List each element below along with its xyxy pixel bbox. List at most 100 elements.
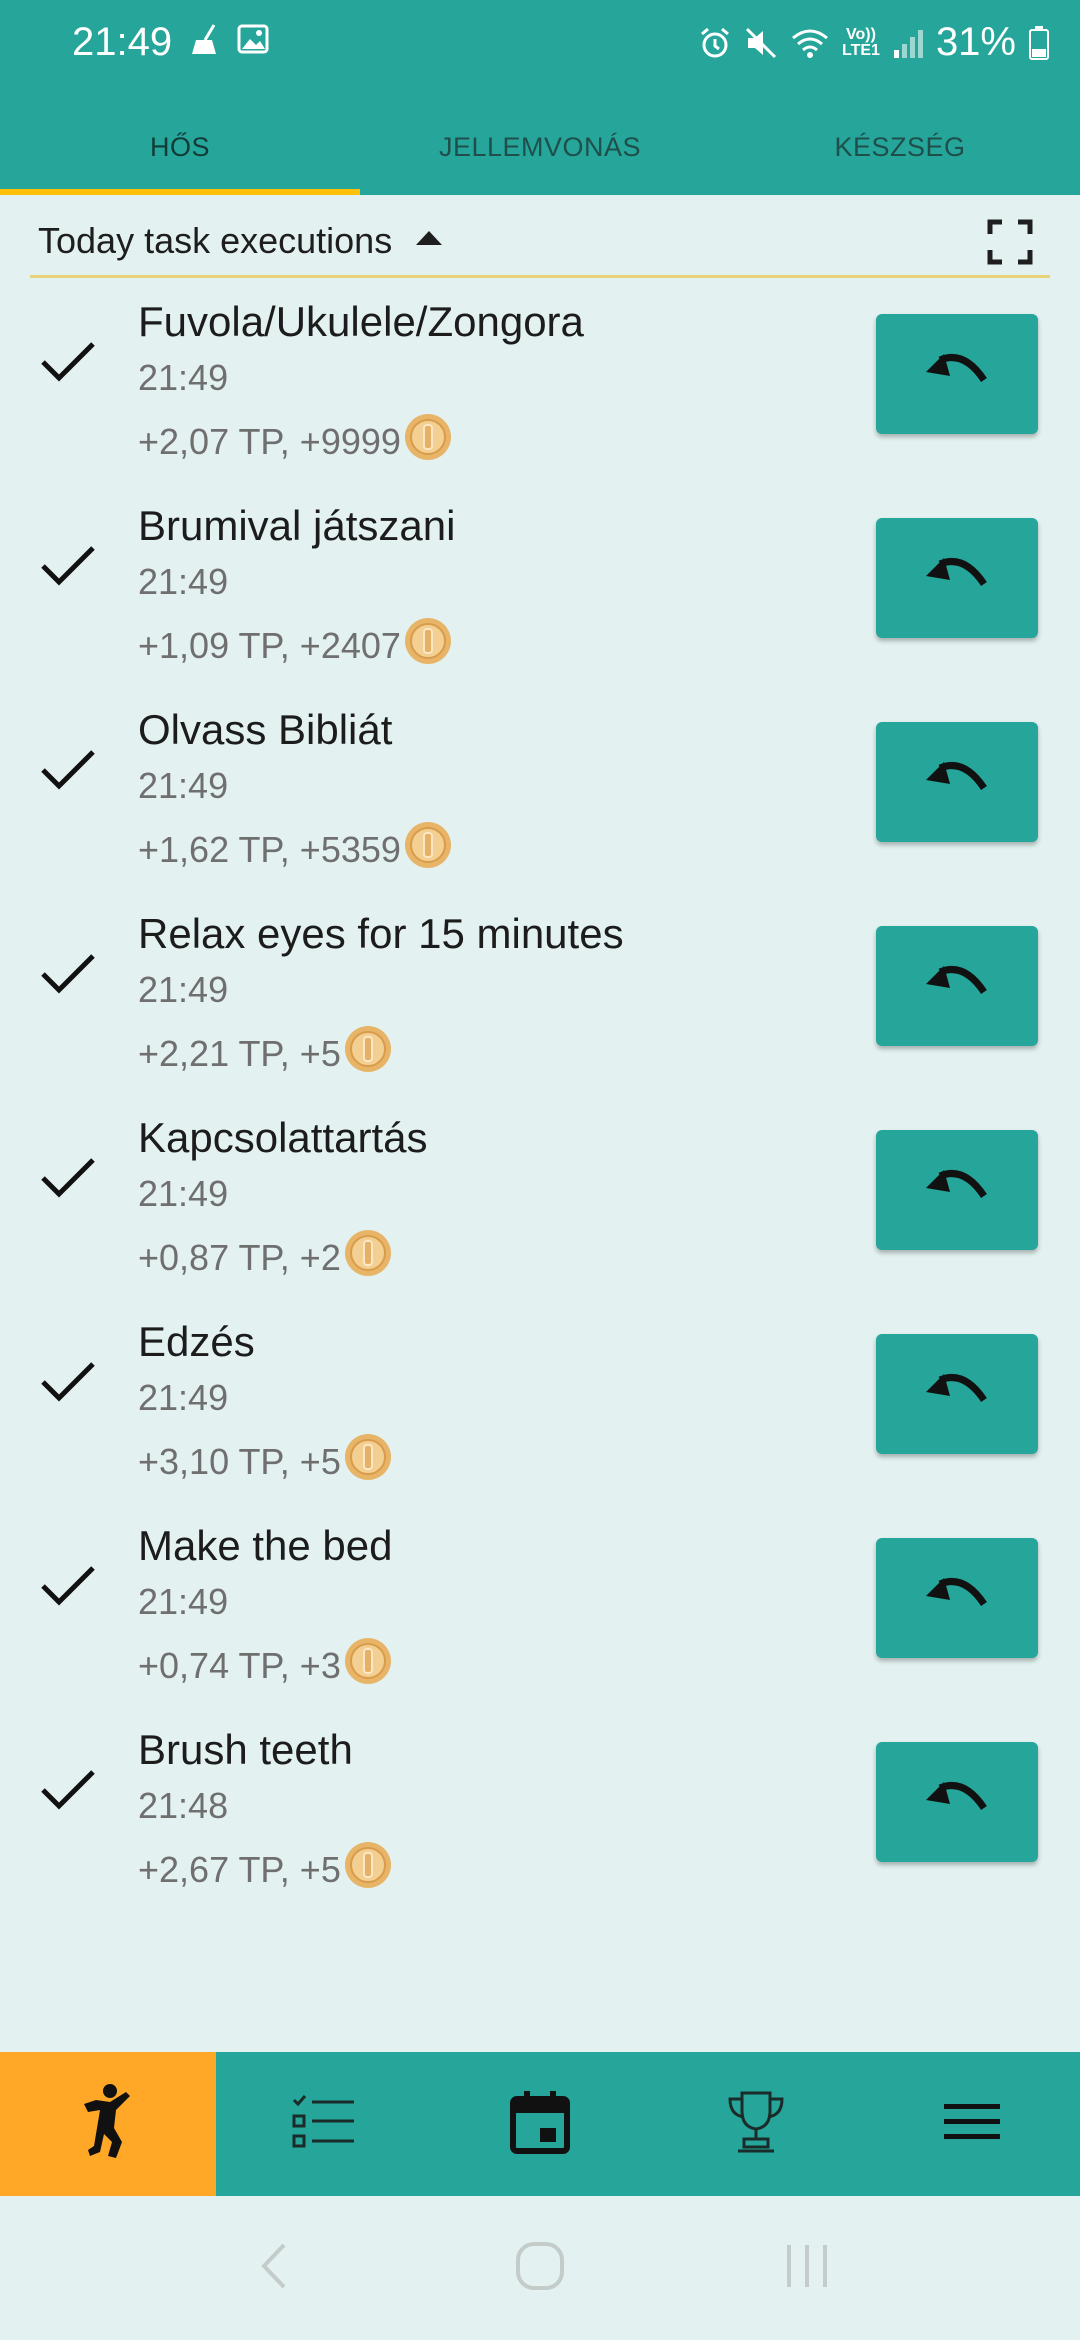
reward-text: +1,62 TP, +5359 xyxy=(138,828,401,870)
task-time: 21:49 xyxy=(138,357,229,398)
undo-icon xyxy=(924,964,990,1009)
alarm-icon xyxy=(698,26,732,60)
task-row: Brush teeth 21:48 +2,67 TP, +5 xyxy=(0,1718,1080,1922)
undo-button[interactable] xyxy=(876,926,1038,1046)
nav-hero[interactable] xyxy=(0,2052,216,2196)
task-reward: +3,10 TP, +5 xyxy=(138,1432,393,1491)
task-row: Relax eyes for 15 minutes 21:49 +2,21 TP, … xyxy=(0,902,1080,1106)
reward-text: +0,87 TP, +2 xyxy=(138,1236,341,1278)
nav-calendar[interactable] xyxy=(432,2052,648,2196)
system-navigation xyxy=(0,2196,1080,2340)
reward-text: +3,10 TP, +5 xyxy=(138,1440,341,1482)
task-row: Brumival játszani 21:49 +1,09 TP, +2407 xyxy=(0,494,1080,698)
task-time: 21:49 xyxy=(138,969,229,1010)
back-icon xyxy=(258,2241,288,2296)
battery-icon xyxy=(1028,25,1050,61)
check-icon xyxy=(40,544,96,593)
recents-button[interactable] xyxy=(747,2208,867,2328)
hero-figure-icon xyxy=(76,2082,140,2167)
undo-button[interactable] xyxy=(876,314,1038,434)
back-button[interactable] xyxy=(213,2208,333,2328)
status-bar: 21:49 Vo)) LTE1 31% xyxy=(0,0,1080,88)
task-time: 21:49 xyxy=(138,561,229,602)
check-icon xyxy=(40,340,96,389)
task-reward: +2,67 TP, +5 xyxy=(138,1840,393,1899)
task-reward: +2,07 TP, +9999 xyxy=(138,412,453,471)
reward-text: +2,67 TP, +5 xyxy=(138,1848,341,1890)
coin-icon xyxy=(403,412,453,471)
check-icon xyxy=(40,748,96,797)
fullscreen-icon[interactable] xyxy=(986,218,1034,271)
undo-button[interactable] xyxy=(876,1334,1038,1454)
undo-icon xyxy=(924,556,990,601)
undo-icon xyxy=(924,1780,990,1825)
task-time: 21:49 xyxy=(138,1377,229,1418)
task-title: Make the bed xyxy=(138,1522,393,1569)
task-time: 21:49 xyxy=(138,1581,229,1622)
task-title: Olvass Bibliát xyxy=(138,706,393,753)
task-reward: +0,74 TP, +3 xyxy=(138,1636,393,1695)
reward-text: +0,74 TP, +3 xyxy=(138,1644,341,1686)
task-title: Edzés xyxy=(138,1318,255,1365)
tab-skills[interactable]: KÉSZSÉG xyxy=(720,100,1080,195)
signal-icon xyxy=(892,26,924,60)
tab-traits[interactable]: JELLEMVONÁS xyxy=(360,100,720,195)
task-row: Make the bed 21:49 +0,74 TP, +3 xyxy=(0,1514,1080,1718)
task-row: Kapcsolattartás 21:49 +0,87 TP, +2 xyxy=(0,1106,1080,1310)
calendar-icon xyxy=(510,2090,570,2159)
broom-icon xyxy=(188,22,224,63)
task-time: 21:49 xyxy=(138,765,229,806)
undo-button[interactable] xyxy=(876,722,1038,842)
undo-button[interactable] xyxy=(876,518,1038,638)
tab-label: JELLEMVONÁS xyxy=(438,132,642,162)
caret-up-icon[interactable] xyxy=(414,229,444,252)
undo-icon xyxy=(924,1576,990,1621)
nav-achievements[interactable] xyxy=(648,2052,864,2196)
check-icon xyxy=(40,1564,96,1613)
coin-icon xyxy=(343,1840,393,1899)
coin-icon xyxy=(343,1432,393,1491)
check-icon xyxy=(40,1360,96,1409)
coin-icon xyxy=(343,1228,393,1287)
image-icon xyxy=(236,22,270,63)
task-reward: +0,87 TP, +2 xyxy=(138,1228,393,1287)
coin-icon xyxy=(343,1024,393,1083)
volte-icon: Vo)) LTE1 xyxy=(842,25,880,59)
task-row: Edzés 21:49 +3,10 TP, +5 xyxy=(0,1310,1080,1514)
task-row: Fuvola/Ukulele/Zongora 21:49 +2,07 TP, +99… xyxy=(0,290,1080,494)
check-icon xyxy=(40,952,96,1001)
undo-button[interactable] xyxy=(876,1538,1038,1658)
reward-text: +1,09 TP, +2407 xyxy=(138,624,401,666)
check-icon xyxy=(40,1156,96,1205)
undo-button[interactable] xyxy=(876,1130,1038,1250)
task-time: 21:49 xyxy=(138,1173,229,1214)
tab-label: HŐS xyxy=(149,132,210,162)
undo-icon xyxy=(924,1168,990,1213)
home-icon xyxy=(514,2240,566,2297)
section-title: Today task executions xyxy=(38,219,393,261)
trophy-icon xyxy=(726,2089,786,2160)
check-icon xyxy=(40,1768,96,1817)
bottom-navigation xyxy=(0,2052,1080,2196)
undo-button[interactable] xyxy=(876,1742,1038,1862)
home-button[interactable] xyxy=(480,2208,600,2328)
tab-hero[interactable]: HŐS xyxy=(0,100,360,195)
recents-icon xyxy=(785,2243,829,2294)
reward-text: +2,07 TP, +9999 xyxy=(138,420,401,462)
nav-tasks[interactable] xyxy=(216,2052,432,2196)
task-row: Olvass Bibliát 21:49 +1,62 TP, +5359 xyxy=(0,698,1080,902)
undo-icon xyxy=(924,760,990,805)
coin-icon xyxy=(343,1636,393,1695)
section-header[interactable]: Today task executions xyxy=(30,206,1050,278)
app-bar: 21:49 Vo)) LTE1 31% HŐS JELLEMVONÁS KÉSZ… xyxy=(0,0,1080,195)
checklist-icon xyxy=(292,2094,356,2155)
nav-menu[interactable] xyxy=(864,2052,1080,2196)
status-time: 21:49 xyxy=(72,20,173,64)
coin-icon xyxy=(403,616,453,675)
task-title: Kapcsolattartás xyxy=(138,1114,428,1161)
task-reward: +1,09 TP, +2407 xyxy=(138,616,453,675)
coin-icon xyxy=(403,820,453,879)
task-title: Brush teeth xyxy=(138,1726,353,1773)
wifi-icon xyxy=(790,26,830,60)
undo-icon xyxy=(924,352,990,397)
